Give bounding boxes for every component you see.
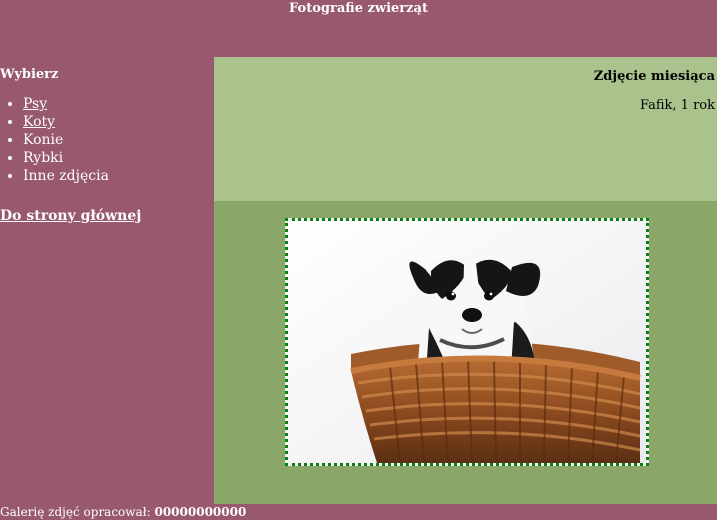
feature-panel: Zdjęcie miesiąca Fafik, 1 rok xyxy=(214,57,717,201)
menu-link-psy[interactable]: Psy xyxy=(23,96,47,112)
animal-menu: Psy Koty Konie Rybki Inne zdjęcia xyxy=(0,95,109,185)
page-footer: Galerię zdjęć opracował: 00000000000 xyxy=(0,505,246,519)
feature-title: Zdjęcie miesiąca xyxy=(593,69,715,84)
photo-panel xyxy=(214,201,717,504)
menu-item-rybki: Rybki xyxy=(23,149,109,167)
footer-author: 00000000000 xyxy=(154,505,247,519)
footer-prefix: Galerię zdjęć opracował: xyxy=(0,505,151,519)
page-header: Fotografie zwierząt xyxy=(0,0,717,57)
featured-photo xyxy=(285,218,649,466)
menu-item-inne-zdjecia: Inne zdjęcia xyxy=(23,167,109,185)
feature-caption: Fafik, 1 rok xyxy=(639,98,715,113)
menu-item-psy: Psy xyxy=(23,95,109,113)
menu-link-koty[interactable]: Koty xyxy=(23,114,55,130)
home-link[interactable]: Do strony głównej xyxy=(0,208,141,224)
sidebar-heading: Wybierz xyxy=(0,67,59,82)
puppy-in-basket-photo xyxy=(288,221,646,463)
menu-item-konie: Konie xyxy=(23,131,109,149)
menu-item-koty: Koty xyxy=(23,113,109,131)
sidebar: Wybierz Psy Koty Konie Rybki Inne zdjęci… xyxy=(0,57,214,504)
page-title: Fotografie zwierząt xyxy=(289,1,428,16)
